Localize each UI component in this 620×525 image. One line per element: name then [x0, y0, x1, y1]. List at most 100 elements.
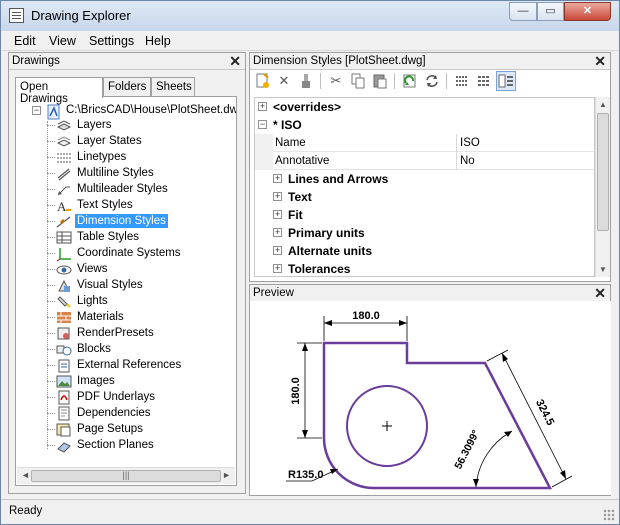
group-lines-and-arrows[interactable]: + Lines and Arrows: [255, 170, 594, 188]
scroll-thumb[interactable]: [597, 113, 609, 231]
maximize-button[interactable]: ▭: [537, 2, 564, 21]
tree-connector: [47, 429, 55, 430]
tree-connector: [47, 397, 55, 398]
images-icon: [56, 374, 72, 388]
property-row-annotative[interactable]: Annotative No: [255, 152, 594, 170]
scroll-left-icon[interactable]: ◄: [21, 470, 30, 480]
cut-icon[interactable]: ✂: [326, 71, 346, 91]
list-view-icon[interactable]: [452, 71, 472, 91]
tree-connector: [47, 173, 55, 174]
property-value[interactable]: ISO: [457, 134, 594, 152]
tree-connector: [47, 365, 55, 366]
tree-item-label: Coordinate Systems: [77, 247, 181, 259]
preview-close-icon[interactable]: ✕: [594, 285, 606, 302]
app-icon: [9, 8, 24, 23]
group-label: Tolerances: [288, 262, 351, 276]
tree-connector: [47, 269, 55, 270]
preview-canvas: 180.0 180.0 324.5 56.3099° R135.0: [250, 301, 611, 495]
tree-connector: [47, 445, 55, 446]
tree-connector: [47, 301, 55, 302]
property-name: Annotative: [273, 152, 457, 170]
tree-item-label: Images: [77, 375, 115, 387]
external-references-icon: [56, 358, 72, 373]
expand-icon[interactable]: +: [273, 192, 282, 201]
drawings-pane-close-icon[interactable]: ✕: [229, 53, 241, 70]
tree-connector: [47, 205, 55, 206]
tree-horizontal-scrollbar[interactable]: ◄ ||| ►: [17, 467, 235, 484]
expand-overrides-icon[interactable]: +: [258, 102, 267, 111]
menu-edit[interactable]: Edit: [14, 34, 36, 48]
preview-pane-title: Preview: [253, 287, 294, 299]
layer-states-icon: [56, 134, 72, 148]
tree-connector: [47, 349, 55, 350]
svg-text:A: A: [57, 199, 67, 214]
paste-icon[interactable]: [370, 71, 390, 91]
close-button[interactable]: ✕: [564, 2, 611, 21]
status-text: Ready: [9, 505, 43, 517]
group-primary-units[interactable]: + Primary units: [255, 224, 594, 242]
tree-connector: [47, 157, 55, 158]
section-planes-icon: [56, 438, 72, 453]
group-overrides[interactable]: + <overrides>: [255, 98, 594, 116]
tree-connector: [47, 125, 55, 126]
scroll-down-icon[interactable]: ▼: [599, 265, 607, 274]
menu-view[interactable]: View: [49, 34, 76, 48]
property-grid-scrollbar[interactable]: ▲ ▼: [595, 97, 610, 277]
expand-icon[interactable]: +: [273, 210, 282, 219]
expand-icon[interactable]: +: [273, 246, 282, 255]
property-view-icon[interactable]: [496, 71, 516, 91]
copy-icon[interactable]: [348, 71, 368, 91]
group-iso[interactable]: − * ISO: [255, 116, 594, 134]
lights-icon: [56, 294, 72, 308]
group-fit[interactable]: + Fit: [255, 206, 594, 224]
dim-left-label: 180.0: [290, 377, 302, 405]
dimension-styles-pane-header: Dimension Styles [PlotSheet.dwg] ✕: [250, 53, 610, 70]
group-text[interactable]: + Text: [255, 188, 594, 206]
tree-connector: [47, 189, 55, 190]
drawings-pane-header: Drawings ✕: [9, 53, 245, 70]
collapse-root-icon[interactable]: −: [32, 106, 41, 115]
refresh-icon[interactable]: [422, 71, 442, 91]
scroll-up-icon[interactable]: ▲: [599, 100, 607, 109]
menu-help[interactable]: Help: [145, 34, 171, 48]
group-label: * ISO: [273, 118, 302, 132]
menu-settings[interactable]: Settings: [89, 34, 134, 48]
resize-grip-icon[interactable]: [603, 509, 615, 521]
tree-item-label: Visual Styles: [77, 279, 143, 291]
tab-sheets[interactable]: Sheets: [151, 77, 195, 97]
set-current-icon[interactable]: [400, 71, 420, 91]
details-view-icon[interactable]: [474, 71, 494, 91]
tree-item-label: Text Styles: [77, 199, 133, 211]
dimension-styles-close-icon[interactable]: ✕: [594, 53, 606, 70]
toolbar-separator: [446, 73, 447, 89]
tree-connector: [47, 237, 55, 238]
group-tolerances[interactable]: + Tolerances: [255, 260, 594, 276]
property-value[interactable]: No: [457, 152, 594, 170]
visual-styles-icon: [56, 278, 72, 292]
property-row-name[interactable]: Name ISO: [255, 134, 594, 152]
expand-icon[interactable]: +: [273, 264, 282, 273]
dim-top-label: 180.0: [352, 310, 380, 322]
new-style-icon[interactable]: [252, 71, 272, 91]
blocks-icon: [56, 342, 72, 356]
tree-item-label: Multileader Styles: [77, 183, 168, 195]
property-gutter: [255, 134, 273, 152]
root-drawing-label: C:\BricsCAD\House\PlotSheet.dwg: [66, 104, 237, 116]
tab-open-drawings[interactable]: Open Drawings: [15, 77, 103, 105]
property-gutter: [255, 152, 273, 170]
delete-icon[interactable]: ✕: [274, 71, 294, 91]
purge-icon[interactable]: [296, 71, 316, 91]
scroll-right-icon[interactable]: ►: [222, 470, 231, 480]
group-label: Primary units: [288, 226, 365, 240]
tab-folders[interactable]: Folders: [103, 77, 151, 97]
minimize-button[interactable]: —: [509, 2, 537, 21]
tree-connector: [47, 285, 55, 286]
scroll-thumb[interactable]: |||: [31, 470, 221, 482]
expand-icon[interactable]: +: [273, 174, 282, 183]
collapse-iso-icon[interactable]: −: [258, 120, 267, 129]
group-alternate-units[interactable]: + Alternate units: [255, 242, 594, 260]
expand-icon[interactable]: +: [273, 228, 282, 237]
tree-item-label: PDF Underlays: [77, 391, 155, 403]
dimension-styles-pane-title: Dimension Styles [PlotSheet.dwg]: [253, 55, 426, 67]
coordinate-systems-icon: [56, 246, 72, 262]
